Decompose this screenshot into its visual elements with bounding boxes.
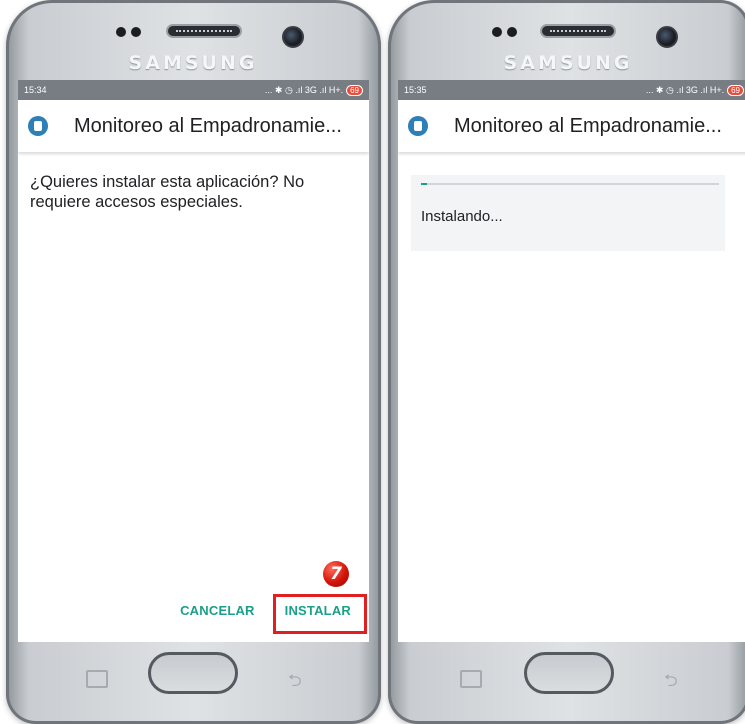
earpiece-speaker bbox=[540, 24, 616, 38]
install-question: ¿Quieres instalar esta aplicación? No re… bbox=[30, 173, 305, 211]
cancel-button[interactable]: CANCELAR bbox=[176, 597, 259, 624]
hardware-buttons: ⮌ bbox=[6, 642, 381, 724]
app-icon bbox=[28, 116, 48, 136]
install-button[interactable]: INSTALAR bbox=[281, 597, 355, 624]
dialog-actions: CANCELAR INSTALAR bbox=[176, 597, 355, 624]
installing-label: Instalando... bbox=[421, 208, 503, 225]
recent-apps-icon[interactable] bbox=[460, 670, 482, 688]
home-button[interactable] bbox=[524, 652, 614, 694]
screen-installing: 15:35 ... ✱ ◷ .ıl 3G .ıl H+. 69 Monitore… bbox=[398, 80, 745, 642]
phone-right: SAMSUNG 15:35 ... ✱ ◷ .ıl 3G .ıl H+. 69 … bbox=[388, 0, 745, 724]
brand-logo: SAMSUNG bbox=[128, 52, 258, 74]
app-header: Monitoreo al Empadronamie... bbox=[398, 100, 745, 152]
back-icon[interactable]: ⮌ bbox=[288, 668, 302, 697]
sensor-dots bbox=[116, 27, 141, 37]
install-progress-bar bbox=[421, 183, 719, 185]
brand-logo: SAMSUNG bbox=[503, 52, 633, 74]
recent-apps-icon[interactable] bbox=[86, 670, 108, 688]
back-icon[interactable]: ⮌ bbox=[664, 668, 678, 697]
hardware-buttons: ⮌ bbox=[388, 642, 745, 724]
battery-icon: 69 bbox=[346, 84, 363, 96]
status-time: 15:35 bbox=[404, 85, 427, 95]
battery-icon: 69 bbox=[727, 84, 744, 96]
home-button[interactable] bbox=[148, 652, 238, 694]
app-icon bbox=[408, 116, 428, 136]
app-header: Monitoreo al Empadronamie... bbox=[18, 100, 369, 152]
signal-icons: ... ✱ ◷ .ıl 3G .ıl H+. bbox=[645, 84, 725, 95]
earpiece-speaker bbox=[166, 24, 242, 38]
status-bar: 15:35 ... ✱ ◷ .ıl 3G .ıl H+. 69 bbox=[398, 80, 745, 100]
status-time: 15:34 bbox=[24, 85, 47, 95]
front-camera bbox=[282, 26, 304, 48]
status-bar: 15:34 ... ✱ ◷ .ıl 3G .ıl H+. 69 bbox=[18, 80, 369, 100]
phone-left: SAMSUNG 15:34 ... ✱ ◷ .ıl 3G .ıl H+. 69 … bbox=[6, 0, 381, 724]
app-title: Monitoreo al Empadronamie... bbox=[74, 114, 342, 137]
screen-install-prompt: 15:34 ... ✱ ◷ .ıl 3G .ıl H+. 69 Monitore… bbox=[18, 80, 369, 642]
front-camera bbox=[656, 26, 678, 48]
sensor-dots bbox=[492, 27, 517, 37]
status-icons: ... ✱ ◷ .ıl 3G .ıl H+. 69 bbox=[264, 84, 363, 96]
status-icons: ... ✱ ◷ .ıl 3G .ıl H+. 69 bbox=[645, 84, 744, 96]
install-progress-fill bbox=[421, 183, 427, 185]
installing-card: Instalando... bbox=[411, 175, 725, 251]
step-badge: 7 bbox=[323, 561, 349, 587]
signal-icons: ... ✱ ◷ .ıl 3G .ıl H+. bbox=[264, 84, 344, 95]
app-title: Monitoreo al Empadronamie... bbox=[454, 114, 722, 137]
